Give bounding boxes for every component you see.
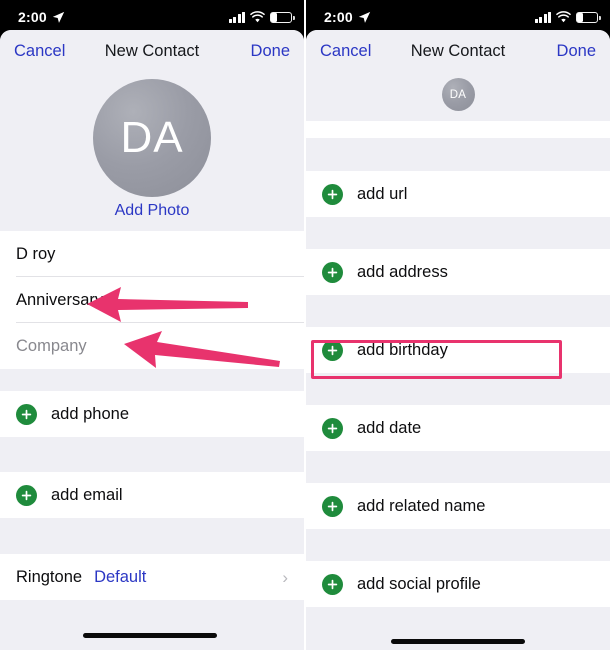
- company-placeholder: Company: [16, 336, 87, 355]
- ringtone-row[interactable]: Ringtone Default ›: [0, 554, 304, 600]
- plus-icon: [16, 484, 37, 506]
- last-name-field[interactable]: Anniversary: [0, 277, 304, 323]
- add-photo-button[interactable]: Add Photo: [0, 202, 304, 220]
- wifi-icon: [556, 11, 571, 23]
- status-bar-indicators: [534, 11, 601, 23]
- company-field[interactable]: Company: [0, 323, 304, 369]
- section-gap: [306, 451, 610, 483]
- add-date-label: add date: [357, 418, 422, 437]
- avatar[interactable]: DA: [441, 78, 475, 111]
- add-email-row[interactable]: add email: [0, 472, 304, 518]
- navigation-bar: Cancel New Contact Done: [0, 30, 304, 72]
- add-phone-group: add phone: [0, 391, 304, 437]
- ringtone-value: Default: [94, 567, 147, 586]
- add-date-row[interactable]: add date: [306, 405, 610, 451]
- section-gap: [306, 138, 610, 171]
- add-social-profile-group: add social profile: [306, 561, 610, 607]
- add-email-group: add email: [0, 472, 304, 518]
- cancel-button[interactable]: Cancel: [14, 42, 65, 61]
- status-bar-time: 2:00: [18, 9, 47, 25]
- add-related-name-label: add related name: [357, 496, 486, 515]
- last-name-value: Anniversary: [16, 290, 104, 309]
- avatar-section: DA Add Photo: [0, 72, 304, 224]
- plus-icon: [322, 573, 343, 595]
- section-gap: [306, 217, 610, 249]
- done-button[interactable]: Done: [557, 42, 596, 61]
- home-indicator: [83, 633, 217, 638]
- name-fields-group: D roy Anniversary Company: [0, 231, 304, 369]
- add-url-row[interactable]: add url: [306, 171, 610, 217]
- cellular-signal-icon: [228, 11, 245, 23]
- status-bar-indicators: [228, 11, 295, 23]
- ringtone-label: Ringtone: [16, 567, 83, 586]
- add-address-label: add address: [357, 262, 448, 281]
- wifi-icon: [250, 11, 265, 23]
- status-bar-time: 2:00: [324, 9, 353, 25]
- location-arrow-icon: [358, 11, 371, 23]
- new-contact-sheet: Cancel New Contact Done DA Add Photo D r…: [0, 30, 304, 650]
- avatar-section: DA: [306, 72, 610, 121]
- plus-icon: [322, 261, 343, 283]
- add-url-group: add url: [306, 171, 610, 217]
- battery-low-icon: [270, 11, 295, 23]
- battery-low-icon: [576, 11, 601, 23]
- ringtone-group: Ringtone Default ›: [0, 554, 304, 600]
- section-gap: [306, 529, 610, 561]
- new-contact-sheet: Cancel New Contact Done DA add url add a…: [306, 30, 610, 650]
- first-name-field[interactable]: D roy: [0, 231, 304, 277]
- plus-icon: [16, 403, 37, 425]
- plus-icon: [322, 495, 343, 517]
- cellular-signal-icon: [534, 11, 551, 23]
- section-gap: [0, 369, 304, 391]
- add-birthday-row[interactable]: add birthday: [306, 327, 610, 373]
- done-button[interactable]: Done: [251, 42, 290, 61]
- section-gap: [0, 437, 304, 472]
- home-indicator: [391, 639, 525, 644]
- plus-icon: [322, 339, 343, 361]
- section-gap: [0, 518, 304, 554]
- cancel-button[interactable]: Cancel: [320, 42, 371, 61]
- add-phone-row[interactable]: add phone: [0, 391, 304, 437]
- add-birthday-label: add birthday: [357, 340, 448, 359]
- left-phone-screen: 2:00 Cancel New Contact Done DA Add Phot…: [0, 0, 304, 650]
- location-arrow-icon: [52, 11, 65, 23]
- add-social-profile-label: add social profile: [357, 574, 481, 593]
- navigation-bar: Cancel New Contact Done: [306, 30, 610, 72]
- add-url-label: add url: [357, 184, 408, 203]
- add-address-group: add address: [306, 249, 610, 295]
- plus-icon: [322, 417, 343, 439]
- first-name-value: D roy: [16, 244, 56, 263]
- screenshot-stage: 2:00 Cancel New Contact Done DA Add Phot…: [0, 0, 610, 650]
- avatar[interactable]: DA: [93, 79, 211, 197]
- chevron-right-icon: ›: [282, 567, 288, 587]
- section-gap: [0, 224, 304, 231]
- plus-icon: [322, 183, 343, 205]
- add-address-row[interactable]: add address: [306, 249, 610, 295]
- add-date-group: add date: [306, 405, 610, 451]
- section-gap: [306, 373, 610, 405]
- add-social-profile-row[interactable]: add social profile: [306, 561, 610, 607]
- right-phone-screen: 2:00 Cancel New Contact Done DA add url …: [306, 0, 610, 650]
- add-related-name-row[interactable]: add related name: [306, 483, 610, 529]
- list-top-filler: [306, 121, 610, 138]
- add-related-name-group: add related name: [306, 483, 610, 529]
- add-email-label: add email: [51, 485, 123, 504]
- add-phone-label: add phone: [51, 404, 129, 423]
- add-birthday-group: add birthday: [306, 327, 610, 373]
- section-gap: [306, 295, 610, 327]
